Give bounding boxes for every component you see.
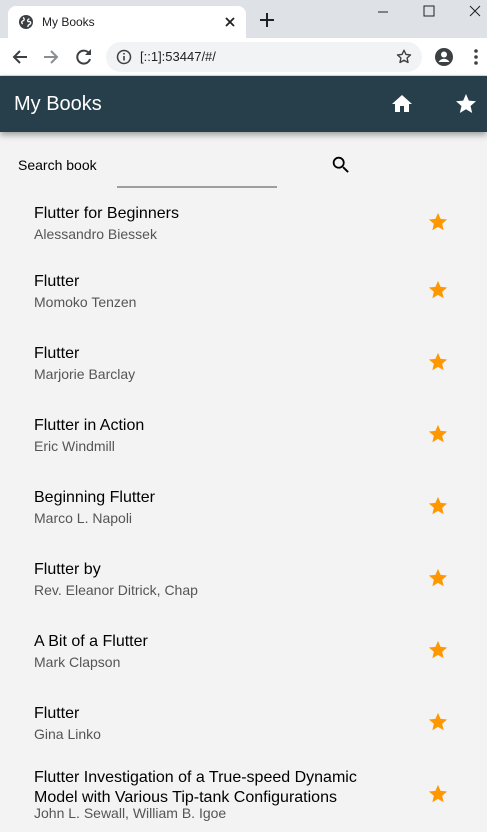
globe-icon [19, 15, 33, 29]
search-input[interactable] [117, 164, 277, 188]
book-title: Flutter [34, 345, 80, 362]
star-icon[interactable] [427, 783, 449, 805]
account-icon[interactable] [434, 47, 454, 67]
book-title: Flutter for Beginners [34, 205, 179, 222]
book-author: Rev. Eleanor Ditrick, Chap [34, 582, 198, 598]
book-author: Alessandro Biessek [34, 226, 157, 242]
minimize-icon[interactable] [360, 0, 406, 24]
more-vert-icon[interactable] [468, 47, 484, 67]
book-author: Marjorie Barclay [34, 366, 136, 382]
book-title: A Bit of a Flutter [34, 633, 148, 650]
book-author: Gina Linko [34, 726, 101, 742]
book-title: Beginning Flutter [34, 489, 155, 506]
app-bar: My Books [0, 76, 487, 132]
bookmark-star-icon[interactable] [395, 48, 413, 66]
book-author: Marco L. Napoli [34, 510, 133, 526]
info-icon[interactable] [116, 49, 132, 65]
home-icon[interactable] [390, 92, 414, 116]
reload-icon[interactable] [74, 47, 94, 67]
book-title: Flutter [34, 273, 80, 290]
back-arrow-icon[interactable] [10, 47, 30, 67]
star-icon[interactable] [427, 711, 449, 733]
book-author: Eric Windmill [34, 438, 115, 454]
plus-icon[interactable] [258, 11, 276, 29]
forward-arrow-icon[interactable] [41, 47, 61, 67]
tab-title: My Books [42, 15, 95, 29]
star-icon[interactable] [427, 495, 449, 517]
favorites-star-icon[interactable] [454, 92, 478, 116]
book-author: Mark Clapson [34, 654, 121, 670]
url-text[interactable]: [::1]:53447/#/ [140, 49, 216, 65]
star-icon[interactable] [427, 639, 449, 661]
address-bar[interactable]: [::1]:53447/#/ [106, 42, 422, 72]
search-icon[interactable] [330, 154, 352, 176]
book-author: Momoko Tenzen [34, 294, 137, 310]
book-title: Flutter in Action [34, 417, 145, 434]
star-icon[interactable] [427, 211, 449, 233]
browser-tabstrip: My Books [0, 0, 487, 38]
browser-toolbar: [::1]:53447/#/ [0, 38, 487, 76]
book-title: Flutter Investigation of a True-speed Dy… [34, 769, 357, 806]
book-title: Flutter [34, 705, 80, 722]
browser-tab[interactable]: My Books [8, 6, 246, 38]
star-icon[interactable] [427, 567, 449, 589]
star-icon[interactable] [427, 423, 449, 445]
window-close-icon[interactable] [452, 0, 487, 24]
book-author: John L. Sewall, William B. Igoe [34, 805, 227, 821]
maximize-icon[interactable] [406, 0, 452, 24]
book-title: Flutter by [34, 561, 101, 578]
close-icon[interactable] [222, 14, 238, 30]
star-icon[interactable] [427, 351, 449, 373]
search-label: Search book [18, 157, 97, 173]
page-title: My Books [14, 93, 102, 115]
star-icon[interactable] [427, 279, 449, 301]
